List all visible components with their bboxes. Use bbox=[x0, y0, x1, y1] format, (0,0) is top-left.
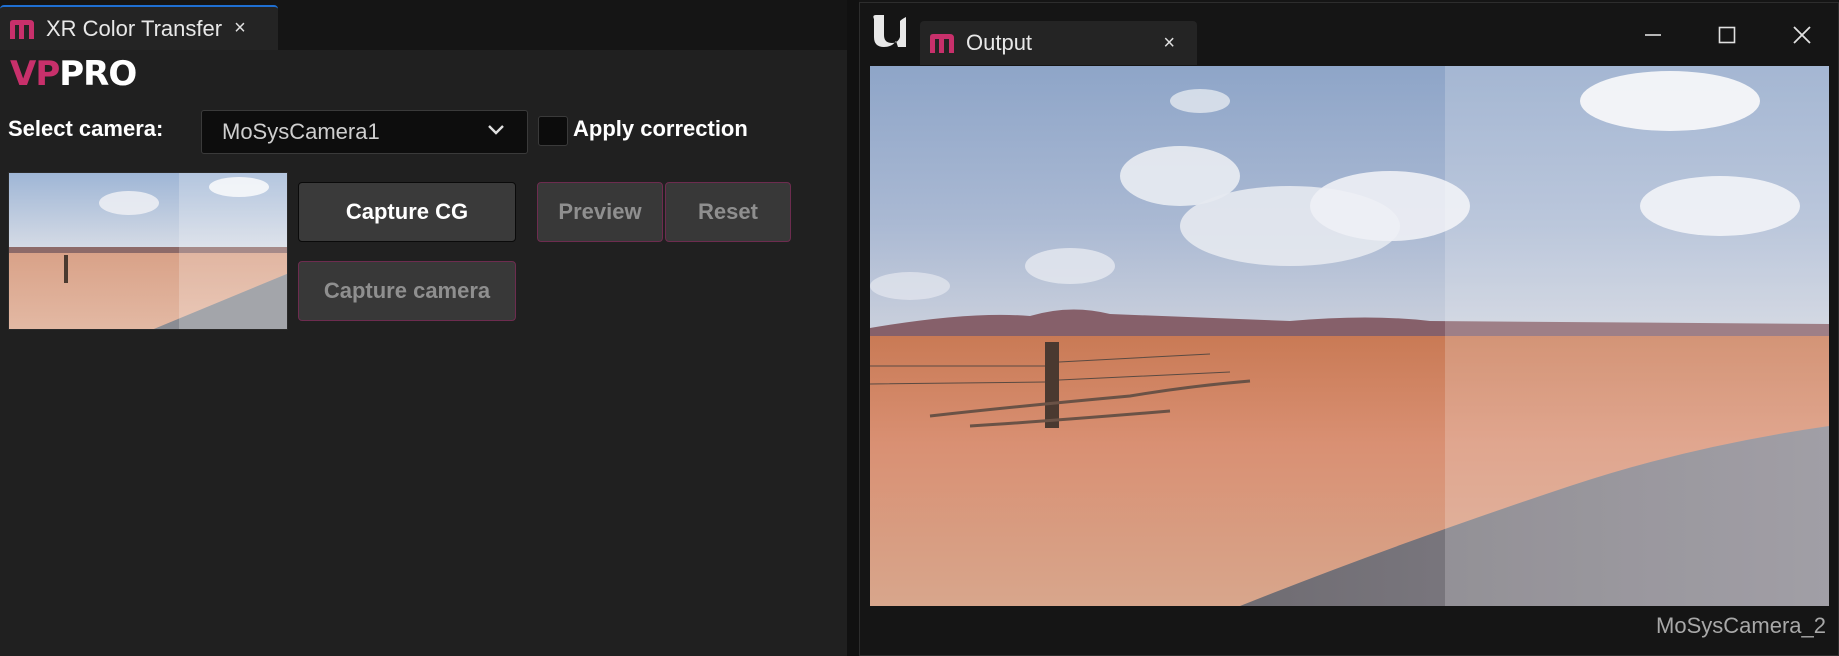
camera-dropdown[interactable]: MoSysCamera1 bbox=[201, 110, 528, 154]
minimize-icon bbox=[1645, 34, 1661, 36]
app-root: XR Color Transfer × VP PRO Select camera:… bbox=[0, 0, 1839, 656]
chevron-down-icon bbox=[487, 123, 505, 141]
tab-output[interactable]: Output × bbox=[920, 21, 1197, 65]
captured-cg-thumbnail bbox=[8, 172, 288, 330]
tab-close-icon[interactable]: × bbox=[234, 17, 246, 40]
vppro-logo: VP PRO bbox=[10, 54, 137, 94]
reset-button[interactable]: Reset bbox=[665, 182, 791, 242]
panel-splitter[interactable] bbox=[847, 0, 859, 656]
logo-pro: PRO bbox=[59, 54, 137, 94]
output-tab-title: Output bbox=[966, 30, 1033, 55]
select-camera-label: Select camera: bbox=[8, 116, 164, 141]
capture-camera-button[interactable]: Capture camera bbox=[298, 261, 516, 321]
unreal-engine-logo-icon bbox=[868, 9, 912, 53]
tab-title: XR Color Transfer bbox=[46, 15, 223, 41]
left-tab-strip: XR Color Transfer × bbox=[0, 0, 847, 50]
maximize-icon bbox=[1718, 26, 1736, 44]
close-button[interactable] bbox=[1782, 17, 1822, 53]
apply-correction-checkbox[interactable] bbox=[538, 116, 568, 146]
close-icon bbox=[1793, 26, 1811, 44]
m-logo-icon bbox=[8, 15, 36, 43]
m-logo-icon bbox=[928, 29, 956, 57]
output-tab-close-icon[interactable]: × bbox=[1163, 32, 1175, 55]
output-window: Output × MoSysCamera_2 bbox=[859, 2, 1839, 656]
minimize-button[interactable] bbox=[1633, 17, 1673, 53]
logo-vp: VP bbox=[10, 54, 60, 94]
xr-color-transfer-panel: XR Color Transfer × VP PRO Select camera:… bbox=[0, 0, 847, 656]
tab-xr-color-transfer[interactable]: XR Color Transfer × bbox=[0, 5, 278, 50]
output-camera-name: MoSysCamera_2 bbox=[1656, 613, 1826, 638]
preview-button[interactable]: Preview bbox=[537, 182, 663, 242]
camera-dropdown-value: MoSysCamera1 bbox=[222, 119, 380, 144]
capture-cg-button[interactable]: Capture CG bbox=[298, 182, 516, 242]
desert-scene-image bbox=[870, 66, 1829, 606]
maximize-button[interactable] bbox=[1707, 17, 1747, 53]
output-viewport[interactable] bbox=[870, 66, 1829, 606]
apply-correction-label: Apply correction bbox=[573, 116, 748, 141]
